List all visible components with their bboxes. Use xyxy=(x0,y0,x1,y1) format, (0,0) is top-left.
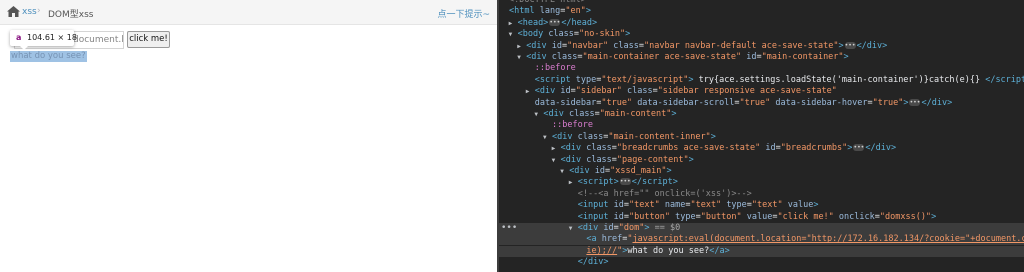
devtools-elements-panel: <!DOCTYPE html> <html lang="en"> ▶ <head>••… xyxy=(497,0,1024,272)
dom-tree-row[interactable]: ▶ <div id="navbar" class="navbar navbar-d… xyxy=(497,41,1024,52)
dom-tree-row-text: <input id="button" type="button" value="… xyxy=(577,211,937,222)
dom-tree-row-text: <!--<a href="" onclick=('xss')>--> xyxy=(577,188,752,199)
dom-tree-row-text: <!DOCTYPE html> xyxy=(509,0,586,5)
dom-tree-row[interactable]: ▶ <div id="sidebar" class="sidebar respon… xyxy=(497,86,1024,97)
dom-tree-row[interactable]: <script type="text/javascript"> try{ace.… xyxy=(497,75,1024,86)
dom-tree-row-selected[interactable]: ▼ <div id="dom"> == $0 xyxy=(497,223,1024,234)
collapse-triangle-icon[interactable]: ▶ xyxy=(517,41,524,52)
hint-link[interactable]: 点一下提示~ xyxy=(437,7,490,20)
breadcrumb-separator-icon: › xyxy=(37,6,41,16)
dom-tree-row[interactable]: ▶ <div class="breadcrumbs ace-save-state"… xyxy=(497,143,1024,154)
dom-tree-row-selected[interactable]: ie);//">what do you see?</a> xyxy=(497,245,1024,257)
dom-tree-row-text: ie);//">what do you see?</a> xyxy=(586,245,730,256)
dom-tree-row[interactable]: ▶ <head>•••</head> xyxy=(497,18,1024,29)
page-viewport: xss › DOM型xss 点一下提示~ document.lo click m… xyxy=(0,0,497,272)
dom-tree-row[interactable]: ▼ <body class="no-skin"> xyxy=(497,29,1024,40)
breadcrumb-current: DOM型xss xyxy=(48,10,94,20)
dom-tree-row[interactable]: <input id="text" name="text" type="text"… xyxy=(497,200,1024,211)
expand-triangle-icon[interactable]: ▼ xyxy=(560,166,567,177)
dom-tree-row-text: <div id="navbar" class="navbar navbar-de… xyxy=(526,40,888,51)
dom-tree-row[interactable]: <!--<a href="" onclick=('xss')>--> xyxy=(497,189,1024,200)
collapse-triangle-icon[interactable]: ▶ xyxy=(526,86,533,97)
dom-tree-row-text: ::before xyxy=(534,63,576,74)
dom-tree-row-text: <div id="xssd_main"> xyxy=(569,166,672,176)
home-icon[interactable] xyxy=(7,6,20,17)
element-inspect-tooltip: a 104.61 × 18 xyxy=(10,30,77,50)
dom-tree-row-text: <div class="main-content-inner"> xyxy=(552,131,716,142)
dom-tree-row-text: <input id="text" name="text" type="text"… xyxy=(577,200,819,211)
dom-tree-row-text: <div id="sidebar" class="sidebar respons… xyxy=(534,86,837,97)
dom-tree-row[interactable]: <!DOCTYPE html> xyxy=(497,0,1024,6)
click-me-button[interactable]: click me! xyxy=(127,31,170,48)
expand-triangle-icon[interactable]: ▼ xyxy=(569,223,576,234)
dom-tree-row-text: <a href="javascript:eval(document.locati… xyxy=(586,234,1024,245)
dom-tree-row[interactable]: ▼ <div class="main-content"> xyxy=(497,109,1024,120)
dom-tree-row[interactable]: ▼ <div id="xssd_main"> xyxy=(497,166,1024,177)
dom-tree-row-selected[interactable]: <a href="javascript:eval(document.locati… xyxy=(497,234,1024,246)
dom-tree-row[interactable]: ::before xyxy=(497,120,1024,131)
breadcrumb: xss › DOM型xss 点一下提示~ xyxy=(0,0,497,25)
dom-tree-row-text: </div> xyxy=(577,257,609,268)
dom-tree-row-text: ::before xyxy=(552,120,593,131)
expand-triangle-icon[interactable]: ▼ xyxy=(534,109,541,120)
dom-tree-row-text: <div class="page-content"> xyxy=(560,154,694,165)
expand-triangle-icon[interactable]: ▼ xyxy=(552,155,559,166)
dom-tree-row-text: <head>•••</head> xyxy=(517,17,598,28)
dom-tree-row-text: <div class="main-container ace-save-stat… xyxy=(526,52,849,62)
dom-xss-link[interactable]: what do you see? xyxy=(10,51,87,62)
dom-tree-row[interactable]: ▶ <script>•••</script> xyxy=(497,177,1024,188)
collapse-triangle-icon[interactable]: ▶ xyxy=(552,143,559,154)
dom-tree-row-text: <div class="breadcrumbs ace-save-state" … xyxy=(560,143,897,154)
dom-tree-row[interactable]: ::before xyxy=(497,63,1024,74)
dom-tree-row-text: <div class="main-content"> xyxy=(543,109,677,119)
dom-tree-row[interactable]: </div> xyxy=(497,257,1024,268)
dom-tree-row[interactable]: <input id="button" type="button" value="… xyxy=(497,212,1024,223)
dom-tree-row-text: <div id="dom"> == $0 xyxy=(577,223,681,233)
dom-tree-row[interactable]: ▼ <div class="main-container ace-save-sta… xyxy=(497,52,1024,63)
dom-tree-row-text: <body class="no-skin"> xyxy=(517,29,631,40)
tooltip-dimensions: 104.61 × 18 xyxy=(27,33,77,42)
collapse-triangle-icon[interactable]: ▶ xyxy=(509,18,516,29)
dom-tree-row[interactable]: ▼ <div class="page-content"> xyxy=(497,155,1024,166)
expand-triangle-icon[interactable]: ▼ xyxy=(509,29,516,40)
row-menu-icon[interactable]: ••• xyxy=(501,223,517,234)
dom-tree-row-text: <html lang="en"> xyxy=(509,6,591,17)
dom-tree-row-text: <script>•••</script> xyxy=(577,177,678,188)
dom-tree-row-text: data-sidebar="true" data-sidebar-scroll=… xyxy=(534,97,953,108)
breadcrumb-link-xss[interactable]: xss xyxy=(22,7,37,17)
collapse-triangle-icon[interactable]: ▶ xyxy=(569,177,576,188)
dom-tree-row-text: <script type="text/javascript"> try{ace.… xyxy=(534,74,1024,85)
expand-triangle-icon[interactable]: ▼ xyxy=(543,132,550,143)
dom-tree-row[interactable]: ▼ <div class="main-content-inner"> xyxy=(497,132,1024,143)
dom-tree-row[interactable]: <html lang="en"> xyxy=(497,6,1024,17)
expand-triangle-icon[interactable]: ▼ xyxy=(517,52,524,63)
dom-tree-row[interactable]: data-sidebar="true" data-sidebar-scroll=… xyxy=(497,98,1024,109)
tooltip-tag-name: a xyxy=(16,33,22,42)
